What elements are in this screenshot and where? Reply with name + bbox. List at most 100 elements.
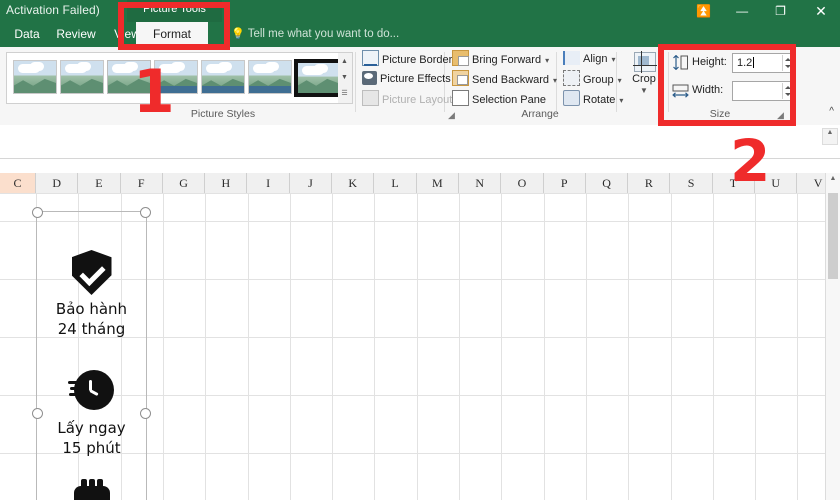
picture-layout-icon (362, 90, 379, 106)
column-header-F[interactable]: F (121, 173, 163, 193)
group-label-picture-styles: Picture Styles (190, 108, 256, 120)
annotation-2-number: 2 (730, 127, 771, 195)
tab-data[interactable]: Data (6, 22, 48, 47)
divider (0, 158, 840, 159)
group-divider (355, 52, 356, 112)
picture-border-button[interactable]: Picture Border▾ (362, 50, 460, 68)
vertical-scrollbar[interactable]: ▲ (825, 173, 840, 500)
align-icon (563, 51, 580, 65)
picture-effects-button[interactable]: Picture Effects▾ (362, 70, 459, 88)
fast-clock-icon (67, 370, 114, 414)
gallery-scrollbar[interactable]: ▲ ▼ ☰ (338, 52, 353, 104)
scroll-up-icon[interactable]: ▲ (822, 128, 838, 145)
command-label: Bring Forward (472, 54, 542, 66)
column-header-N[interactable]: N (459, 173, 502, 193)
column-header-M[interactable]: M (417, 173, 459, 193)
lightbulb-icon: 💡 (231, 28, 245, 40)
resize-handle-nw[interactable] (32, 207, 43, 218)
crop-icon (633, 51, 657, 73)
group-button[interactable]: Group ▾ (563, 70, 622, 88)
selected-picture[interactable]: Bảo hành 24 tháng Lấy ngay 15 phút (32, 207, 151, 500)
selection-pane-button[interactable]: Selection Pane (452, 90, 546, 108)
column-header-S[interactable]: S (671, 173, 713, 193)
column-header-J[interactable]: J (290, 173, 333, 193)
column-header-E[interactable]: E (78, 173, 121, 193)
picture-item-1: Bảo hành 24 tháng (37, 250, 146, 339)
column-header-R[interactable]: R (628, 173, 671, 193)
command-label: Rotate (583, 94, 616, 106)
chevron-down-icon[interactable]: ▾ (545, 56, 549, 65)
chevron-down-icon[interactable]: ▾ (553, 76, 557, 85)
gallery-scroll-up-icon[interactable]: ▲ (338, 54, 351, 70)
picture-styles-gallery[interactable] (6, 52, 344, 104)
restore-icon[interactable]: ❐ (764, 0, 798, 22)
bring-forward-icon (452, 50, 469, 66)
picture-item-1-line1: Bảo hành (55, 300, 128, 318)
column-header-L[interactable]: L (374, 173, 417, 193)
column-header-H[interactable]: H (205, 173, 248, 193)
picture-item-2-line2: 15 phút (62, 439, 121, 457)
picture-thumbnail-image (202, 61, 244, 93)
picture-layout-button: Picture Layout▾ (362, 90, 460, 108)
command-label: Picture Effects (380, 73, 451, 85)
command-label: Group (583, 74, 614, 86)
command-label: Selection Pane (472, 94, 546, 106)
resize-handle-ne[interactable] (140, 207, 151, 218)
picture-style-thumb-2[interactable] (60, 60, 104, 94)
send-backward-button[interactable]: Send Backward ▾ (452, 70, 557, 88)
group-label-arrange: Arrange (521, 108, 559, 120)
picture-item-2-line1: Lấy ngay (57, 419, 126, 437)
scroll-up-icon[interactable]: ▲ (826, 175, 840, 189)
picture-style-thumb-1[interactable] (13, 60, 57, 94)
chevron-down-icon[interactable]: ▾ (618, 76, 622, 85)
annotation-1-number: 1 (133, 57, 175, 127)
column-header-G[interactable]: G (163, 173, 206, 193)
picture-thumbnail-image (298, 63, 338, 93)
minimize-icon[interactable]: — (725, 0, 759, 22)
worksheet-grid[interactable]: Bảo hành 24 tháng Lấy ngay 15 phút (0, 193, 840, 500)
selection-pane-icon (452, 90, 469, 106)
picture-thumbnail-image (14, 61, 56, 93)
send-backward-icon (452, 70, 469, 86)
window-title: Activation Failed) (6, 3, 100, 17)
tell-me-box[interactable]: 💡 Tell me what you want to do... (231, 22, 399, 47)
command-label: Align (583, 53, 608, 65)
picture-style-thumb-6[interactable] (248, 60, 292, 94)
command-label: Picture Layout (382, 94, 453, 106)
picture-style-thumb-7[interactable] (295, 60, 341, 96)
picture-thumbnail-image (61, 61, 103, 93)
command-label: Send Backward (472, 74, 550, 86)
collapse-ribbon-icon[interactable]: ^ (829, 106, 834, 117)
arrange-dialog-launcher-icon[interactable]: ◢ (448, 110, 455, 121)
scrollbar-thumb[interactable] (828, 193, 838, 279)
tab-review[interactable]: Review (48, 22, 104, 47)
window-controls: ⏫ — ❐ ✕ (687, 0, 840, 22)
column-header-I[interactable]: I (248, 173, 290, 193)
shield-check-icon (71, 250, 112, 295)
annotation-1-box (118, 2, 230, 50)
column-header-K[interactable]: K (332, 173, 375, 193)
column-header-D[interactable]: D (36, 173, 79, 193)
group-icon (563, 70, 580, 86)
ribbon-display-options-icon[interactable]: ⏫ (687, 0, 721, 22)
column-header-O[interactable]: O (501, 173, 544, 193)
rotate-button[interactable]: Rotate ▾ (563, 90, 623, 108)
rotate-icon (563, 90, 580, 106)
align-button[interactable]: Align ▾ (563, 50, 615, 68)
column-header-P[interactable]: P (544, 173, 586, 193)
bring-forward-button[interactable]: Bring Forward ▾ (452, 50, 549, 68)
tell-me-placeholder: Tell me what you want to do... (247, 28, 400, 40)
gallery-scroll-down-icon[interactable]: ▼ (338, 70, 351, 86)
picture-border-icon (362, 50, 379, 66)
picture-thumbnail-image (249, 61, 291, 93)
column-header-Q[interactable]: Q (586, 173, 629, 193)
picture-style-thumb-5[interactable] (201, 60, 245, 94)
close-icon[interactable]: ✕ (802, 0, 840, 22)
gallery-more-icon[interactable]: ☰ (338, 86, 351, 102)
column-header-row: C DEFGHIJKLMNOPQRSTUV (0, 173, 840, 194)
grid-line-horizontal (0, 193, 840, 194)
picture-item-2: Lấy ngay 15 phút (37, 370, 146, 458)
gear-icon (70, 478, 114, 500)
chevron-down-icon[interactable]: ▾ (611, 55, 615, 64)
column-header-C[interactable]: C (0, 173, 36, 193)
